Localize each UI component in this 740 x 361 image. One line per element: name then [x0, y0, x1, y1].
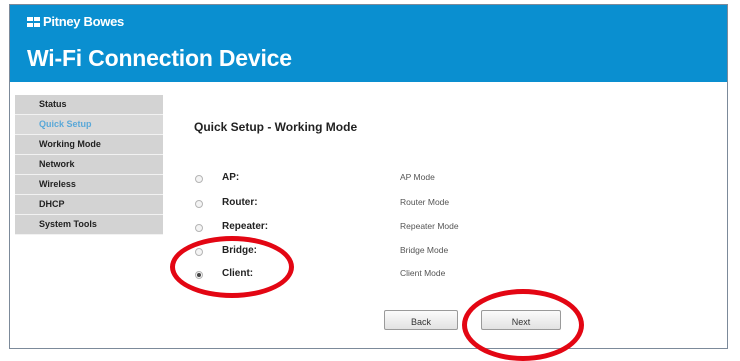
ap-radio[interactable] [195, 175, 203, 183]
app-window: Pitney Bowes Wi-Fi Connection Device Sta… [9, 4, 728, 349]
brand-name: Pitney Bowes [43, 14, 124, 29]
sidebar-item-system-tools[interactable]: System Tools [15, 215, 163, 235]
mode-description: Client Mode [400, 268, 446, 278]
red-circle-annotation-client [170, 236, 294, 298]
repeater-radio[interactable] [195, 224, 203, 232]
red-circle-annotation-next [462, 289, 584, 361]
sidebar-item-quick-setup[interactable]: Quick Setup [15, 115, 163, 135]
mode-label: AP: [222, 172, 240, 183]
pitney-bowes-logo-icon [27, 17, 40, 27]
back-button[interactable]: Back [384, 310, 458, 330]
sidebar-nav: Status Quick Setup Working Mode Network … [15, 95, 163, 235]
brand-logo: Pitney Bowes [27, 14, 124, 29]
mode-description: Router Mode [400, 197, 450, 207]
mode-label: Repeater: [222, 221, 269, 232]
sidebar-item-dhcp[interactable]: DHCP [15, 195, 163, 215]
section-title: Quick Setup - Working Mode [194, 120, 358, 134]
page-title: Wi-Fi Connection Device [27, 45, 292, 71]
header-banner: Pitney Bowes Wi-Fi Connection Device [10, 5, 727, 82]
mode-description: Bridge Mode [400, 245, 449, 255]
sidebar-item-wireless[interactable]: Wireless [15, 175, 163, 195]
mode-label: Router: [222, 197, 258, 208]
sidebar-item-working-mode[interactable]: Working Mode [15, 135, 163, 155]
sidebar-item-status[interactable]: Status [15, 95, 163, 115]
mode-description: Repeater Mode [400, 221, 459, 231]
sidebar-item-network[interactable]: Network [15, 155, 163, 175]
mode-description: AP Mode [400, 172, 435, 182]
router-radio[interactable] [195, 200, 203, 208]
